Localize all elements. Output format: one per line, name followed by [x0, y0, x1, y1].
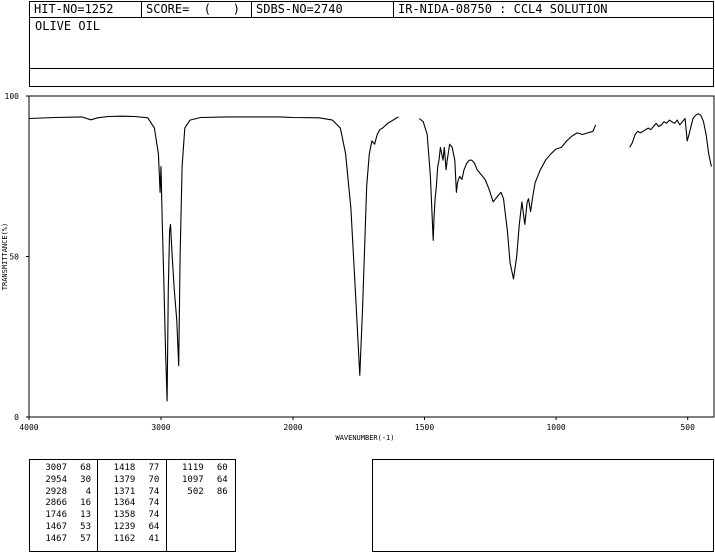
peak-row: 1467 57 [30, 534, 97, 546]
peak-transmittance: 60 [216, 463, 228, 473]
peak-wavenumber: 502 [187, 486, 204, 497]
peak-wavenumber: 1418 [113, 463, 136, 473]
peak-transmittance: 70 [148, 474, 160, 485]
peak-row: 1418 77 [98, 463, 165, 475]
peak-transmittance: 30 [80, 474, 91, 485]
peak-transmittance: 53 [80, 521, 91, 532]
peak-wavenumber: 1467 [45, 533, 67, 544]
peak-transmittance: 13 [80, 510, 91, 521]
peak-wavenumber: 1119 [182, 463, 204, 473]
peak-wavenumber: 2928 [45, 486, 67, 497]
peak-transmittance: 74 [148, 486, 160, 497]
ir-spectrum-chart: 4000 3000 2000 1500 1000 500100500WAVENUMBER(… [1, 92, 715, 442]
peak-transmittance: 77 [148, 463, 160, 473]
y-tick-label: 100 [5, 92, 20, 101]
peak-transmittance: 41 [148, 533, 160, 544]
ir-code: IR-NIDA-08750 : CCL4 SOLUTION [398, 2, 608, 16]
peak-row: 2928 4 [30, 487, 97, 499]
peak-wavenumber: 1371 [113, 486, 136, 497]
peak-wavenumber: 1097 [182, 474, 204, 485]
peak-row: 2954 30 [30, 475, 97, 487]
x-axis-label: WAVENUMBER(-1) [335, 434, 394, 442]
peak-row: 3007 68 [30, 463, 97, 475]
peak-transmittance: 4 [85, 486, 91, 497]
x-tick-label: 1000 [546, 423, 565, 432]
peak-wavenumber: 3007 [45, 463, 67, 473]
x-tick-label: 4000 [19, 423, 38, 432]
peak-row: 1119 60 [167, 463, 235, 475]
divider [30, 68, 713, 69]
y-tick-label: 0 [14, 413, 19, 422]
peak-column: 1418 77 1379 70 1371 74 1364 74 1358 74 1239 64 1162… [98, 460, 167, 551]
peak-row: 2866 16 [30, 498, 97, 510]
peak-row: 1162 41 [98, 534, 165, 546]
peak-row: 1467 53 [30, 522, 97, 534]
peak-wavenumber: 1364 [113, 498, 136, 509]
peak-row: 1364 74 [98, 498, 165, 510]
hit-number: HIT-NO=1252 [30, 2, 142, 17]
peak-wavenumber: 1239 [113, 521, 136, 532]
peak-transmittance: 86 [216, 486, 228, 497]
peak-transmittance: 64 [216, 474, 228, 485]
peak-row: 1358 74 [98, 510, 165, 522]
peak-row: 1746 13 [30, 510, 97, 522]
peak-transmittance: 74 [148, 510, 160, 521]
peak-transmittance: 68 [80, 463, 91, 473]
x-tick-label: 1500 [415, 423, 434, 432]
peak-table: 3007 68 2954 30 2928 4 2866 16 1746 13 1467 53 1467 5… [29, 459, 236, 552]
sample-name-box: OLIVE OIL [29, 17, 714, 87]
peak-wavenumber: 1467 [45, 521, 67, 532]
sdbs-number: SDBS-NO=2740 [252, 2, 394, 17]
x-tick-label: 2000 [283, 423, 302, 432]
peak-wavenumber: 1358 [113, 510, 136, 521]
peak-row: 1379 70 [98, 475, 165, 487]
peak-wavenumber: 1746 [45, 510, 67, 521]
sample-name: OLIVE OIL [35, 19, 101, 33]
peak-row: 1239 64 [98, 522, 165, 534]
peak-transmittance: 57 [80, 533, 91, 544]
peak-wavenumber: 1162 [113, 533, 136, 544]
peak-column: 1119 60 1097 64 502 86 [167, 460, 235, 551]
peak-row: 1097 64 [167, 475, 235, 487]
score-field: SCORE= ( ) [142, 2, 252, 17]
peak-column: 3007 68 2954 30 2928 4 2866 16 1746 13 1467 53 1467 5… [30, 460, 99, 551]
peak-row: 502 86 [167, 487, 235, 499]
spectrum-line [28, 113, 712, 402]
empty-info-box [372, 459, 714, 552]
x-tick-label: 3000 [151, 423, 170, 432]
peak-wavenumber: 2954 [45, 474, 67, 485]
header-bar: HIT-NO=1252 SCORE= ( ) SDBS-NO=2740 IR-N… [29, 1, 714, 18]
peak-wavenumber: 1379 [113, 474, 136, 485]
y-axis-label: TRANSMITTANCE(%) [1, 223, 9, 290]
x-tick-label: 500 [680, 423, 695, 432]
peak-transmittance: 74 [148, 498, 160, 509]
peak-transmittance: 16 [80, 498, 91, 509]
peak-transmittance: 64 [148, 521, 160, 532]
peak-row: 1371 74 [98, 487, 165, 499]
peak-wavenumber: 2866 [45, 498, 67, 509]
y-tick-label: 50 [9, 253, 19, 262]
